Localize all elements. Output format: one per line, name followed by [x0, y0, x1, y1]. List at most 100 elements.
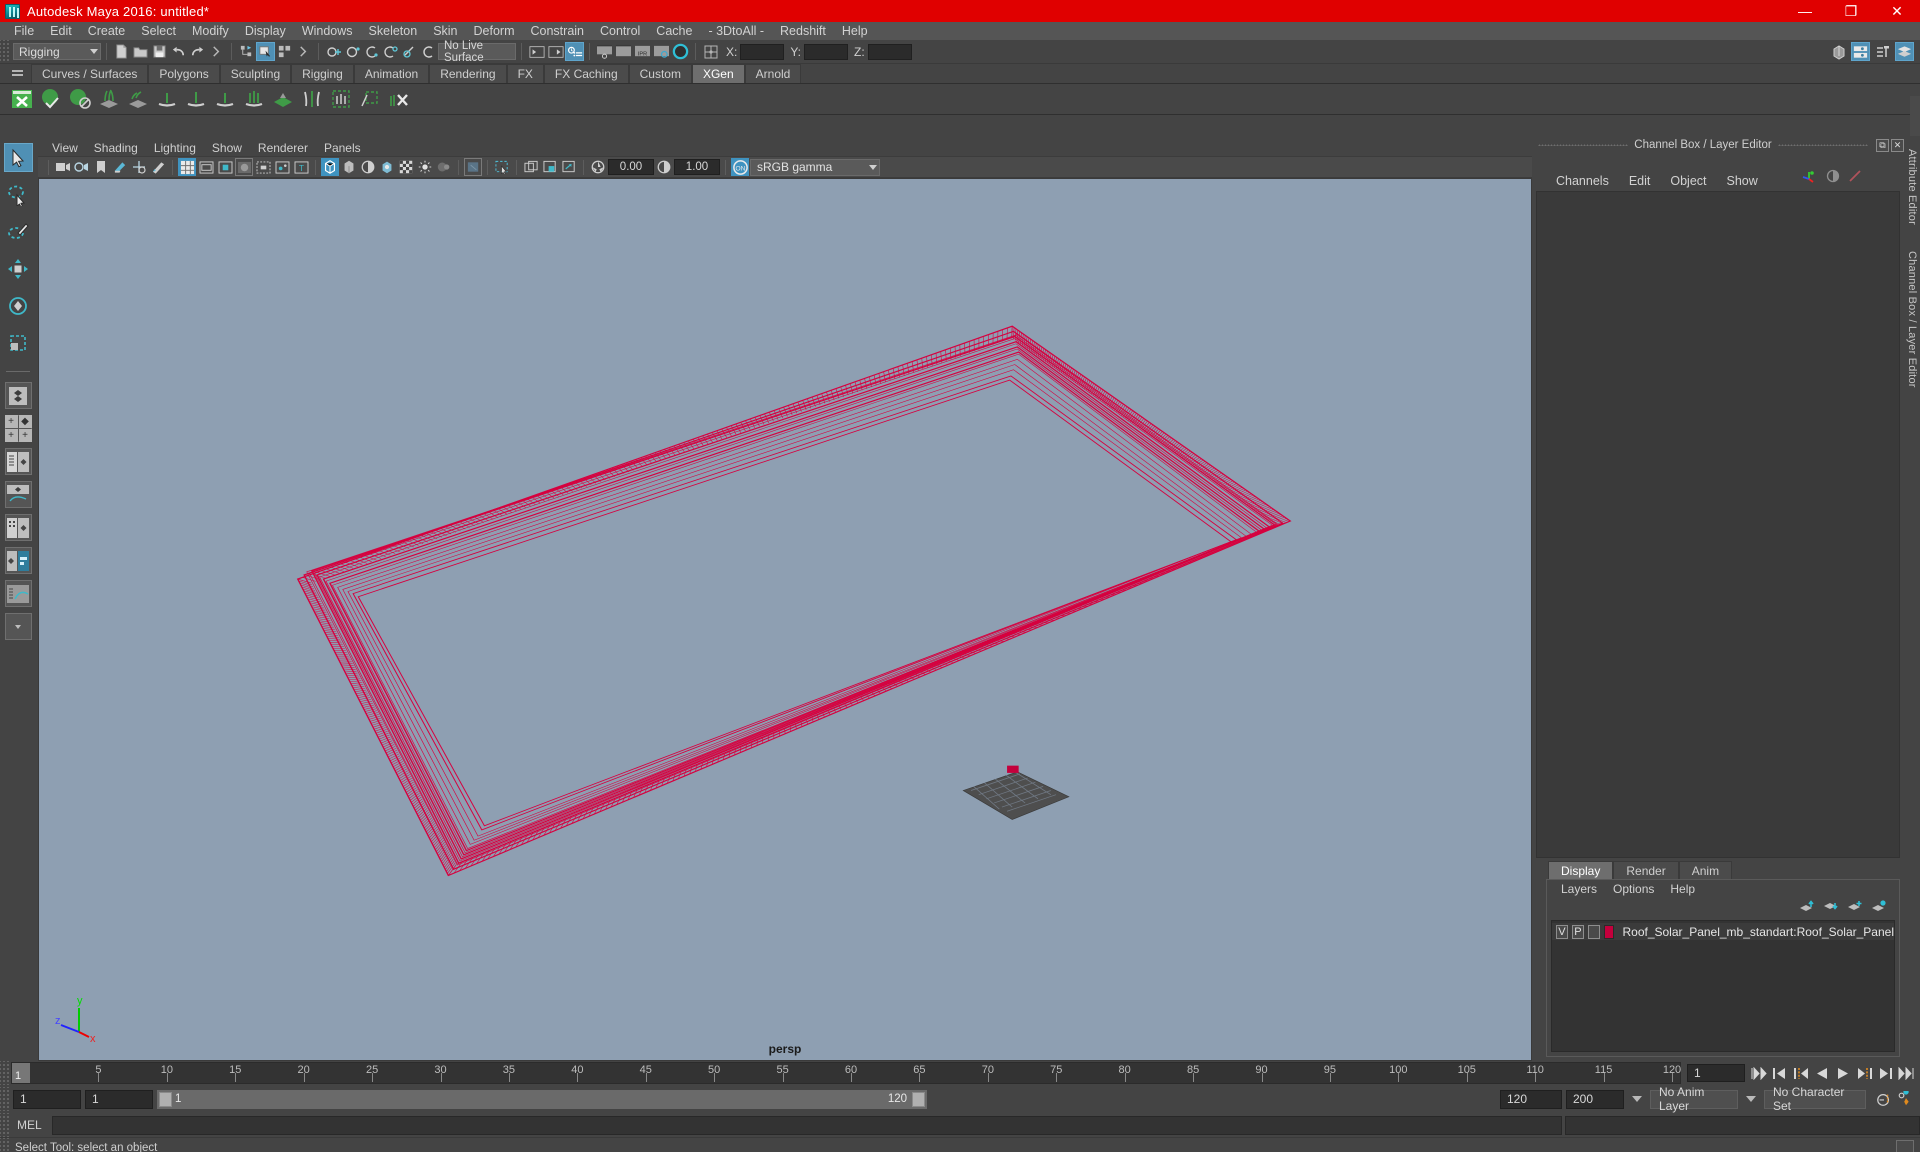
- step-forward-icon[interactable]: [1877, 1065, 1893, 1081]
- shadows-icon[interactable]: [378, 158, 396, 176]
- channel-box-content[interactable]: [1536, 191, 1900, 858]
- xgen-groom-density-icon[interactable]: [153, 86, 180, 113]
- menu-cache[interactable]: Cache: [648, 22, 700, 40]
- channel-box-menu-edit[interactable]: Edit: [1619, 174, 1661, 188]
- camera-attributes-icon[interactable]: [73, 158, 91, 176]
- play-forwards-icon[interactable]: [1835, 1065, 1851, 1081]
- chevron-down-icon[interactable]: [1746, 1096, 1756, 1102]
- panel-drag-dots[interactable]: [1777, 144, 1869, 146]
- viewport-menu-lighting[interactable]: Lighting: [146, 141, 204, 155]
- redo-icon[interactable]: [188, 42, 207, 61]
- new-layer-from-selected-icon[interactable]: [1871, 900, 1887, 916]
- time-slider-playhead[interactable]: 1: [12, 1063, 30, 1083]
- minimize-button[interactable]: —: [1782, 0, 1828, 22]
- shelf-tab-fx-caching[interactable]: FX Caching: [543, 64, 629, 83]
- keep-image-icon[interactable]: [560, 158, 578, 176]
- z-coordinate-input[interactable]: [867, 43, 912, 60]
- shelf-tab-sculpting[interactable]: Sculpting: [219, 64, 292, 83]
- panel-drag-dots[interactable]: [1538, 144, 1629, 146]
- bookmark-icon[interactable]: [92, 158, 110, 176]
- xray-toggle-icon[interactable]: [254, 158, 272, 176]
- grid-toggle-icon[interactable]: [178, 158, 196, 176]
- menu-redshift[interactable]: Redshift: [772, 22, 834, 40]
- two-d-pan-zoom-icon[interactable]: [130, 158, 148, 176]
- time-slider[interactable]: 1 5 10 15 20 25 30 35 40 45 50 55 60 65 70 75 80 85 90 95 1…: [11, 1062, 1681, 1084]
- xgen-import-collection-icon[interactable]: [124, 86, 151, 113]
- anim-layer-selector[interactable]: No Anim Layer: [1650, 1085, 1738, 1113]
- menu-set-selector[interactable]: Rigging: [13, 43, 101, 60]
- status-line-grip[interactable]: [0, 40, 9, 63]
- select-camera-icon[interactable]: [54, 158, 72, 176]
- xgen-delete-icon[interactable]: [385, 86, 412, 113]
- viewport-menu-panels[interactable]: Panels: [316, 141, 369, 155]
- menu-constrain[interactable]: Constrain: [523, 22, 593, 40]
- animation-end-time-input[interactable]: 200: [1566, 1089, 1624, 1109]
- menu-skin[interactable]: Skin: [425, 22, 465, 40]
- y-coordinate-input[interactable]: [804, 43, 849, 60]
- character-set-selector[interactable]: No Character Set: [1764, 1085, 1866, 1113]
- xgen-groom-width-icon[interactable]: [211, 86, 238, 113]
- text-display-icon[interactable]: T: [292, 158, 310, 176]
- channel-box-menu-channels[interactable]: Channels: [1546, 174, 1619, 188]
- panel-close-button[interactable]: ✕: [1891, 138, 1905, 152]
- toggle-channel-box-icon[interactable]: [1895, 42, 1914, 61]
- viewport-menu-show[interactable]: Show: [204, 141, 250, 155]
- chevron-down-icon[interactable]: [1632, 1096, 1642, 1102]
- xgen-add-description-icon[interactable]: [95, 86, 122, 113]
- channel-box-toggle-icon[interactable]: [1826, 169, 1840, 186]
- menu-skeleton[interactable]: Skeleton: [361, 22, 426, 40]
- absolute-transform-icon[interactable]: [701, 42, 720, 61]
- layer-tab-display[interactable]: Display: [1548, 861, 1614, 879]
- select-tool[interactable]: [3, 143, 33, 172]
- quick-layout-outliner-persp[interactable]: [4, 448, 32, 475]
- ipr-render-icon[interactable]: IPR: [633, 42, 652, 61]
- range-slider-bar[interactable]: 1 120: [157, 1089, 1496, 1109]
- render-view-icon[interactable]: [595, 42, 614, 61]
- isolate-select-icon[interactable]: [464, 158, 482, 176]
- scale-tool[interactable]: [4, 328, 33, 357]
- channel-box-menu-object[interactable]: Object: [1660, 174, 1716, 188]
- expand-right-icon[interactable]: [207, 42, 226, 61]
- auto-keyframe-icon[interactable]: [1876, 1091, 1892, 1107]
- maximize-button[interactable]: ❐: [1828, 0, 1874, 22]
- shelf-tab-rigging[interactable]: Rigging: [291, 64, 354, 83]
- snap-to-point-icon[interactable]: [362, 42, 381, 61]
- layer-reference-toggle[interactable]: [1587, 924, 1600, 939]
- toggle-tool-settings-icon[interactable]: [1873, 42, 1892, 61]
- range-start-time-input[interactable]: 1: [85, 1089, 153, 1109]
- help-line-button[interactable]: [1896, 1139, 1914, 1152]
- wireframe-shading-icon[interactable]: [321, 158, 339, 176]
- undo-icon[interactable]: [169, 42, 188, 61]
- play-backwards-icon[interactable]: [1814, 1065, 1830, 1081]
- live-surface-field[interactable]: No Live Surface: [438, 40, 516, 64]
- select-by-object-icon[interactable]: [256, 42, 275, 61]
- save-render-icon[interactable]: [541, 158, 559, 176]
- viewport-menu-view[interactable]: View: [44, 141, 86, 155]
- toggle-modeling-toolkit-icon[interactable]: [1829, 42, 1848, 61]
- rotate-tool[interactable]: [4, 291, 33, 320]
- screen-space-ao-icon[interactable]: [397, 158, 415, 176]
- gamma-value-input[interactable]: 1.00: [674, 159, 720, 175]
- channel-box-menu-show[interactable]: Show: [1717, 174, 1768, 188]
- shelf-tab-curves-surfaces[interactable]: Curves / Surfaces: [31, 64, 149, 83]
- snap-to-grid-icon[interactable]: [324, 42, 343, 61]
- gate-mask-icon[interactable]: [235, 158, 253, 176]
- shelf-tab-fx[interactable]: FX: [506, 64, 544, 83]
- shelf-tab-arnold[interactable]: Arnold: [744, 64, 802, 83]
- render-sequence-icon[interactable]: [614, 42, 633, 61]
- snap-to-view-plane-icon[interactable]: [400, 42, 419, 61]
- panel-undock-button[interactable]: ⧉: [1876, 138, 1890, 152]
- shelf-tab-animation[interactable]: Animation: [353, 64, 430, 83]
- motion-blur-icon[interactable]: [416, 158, 434, 176]
- menu-display[interactable]: Display: [237, 22, 294, 40]
- render-settings-icon[interactable]: [652, 42, 671, 61]
- hypershade-icon[interactable]: [671, 42, 690, 61]
- smooth-shading-icon[interactable]: [340, 158, 358, 176]
- quick-layout-four-view[interactable]: + ◆ + +: [4, 415, 32, 442]
- shelf-tab-polygons[interactable]: Polygons: [148, 64, 220, 83]
- copy-render-icon[interactable]: [522, 158, 540, 176]
- xgen-disable-icon[interactable]: [66, 86, 93, 113]
- show-hide-editors-left-icon[interactable]: [527, 42, 546, 61]
- resolution-gate-icon[interactable]: [216, 158, 234, 176]
- xgen-select-guides-icon[interactable]: [327, 86, 354, 113]
